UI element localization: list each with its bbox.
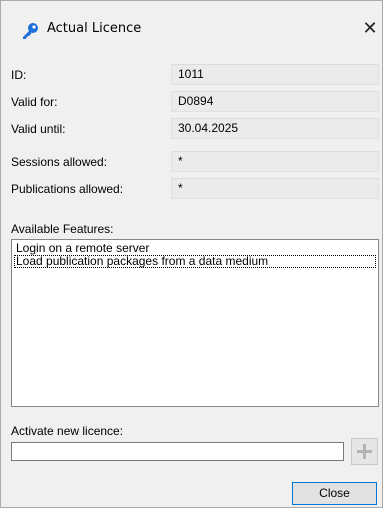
activate-licence-label: Activate new licence: bbox=[11, 424, 124, 438]
title-bar: Actual Licence ✕ bbox=[1, 1, 382, 59]
dialog-title: Actual Licence bbox=[47, 21, 142, 36]
sessions-allowed-label: Sessions allowed: bbox=[11, 155, 108, 169]
plus-icon bbox=[357, 444, 372, 459]
add-licence-button[interactable] bbox=[351, 438, 378, 465]
sessions-allowed-field: * bbox=[171, 151, 379, 172]
valid-for-label: Valid for: bbox=[11, 95, 58, 109]
id-label: ID: bbox=[11, 68, 27, 82]
valid-until-label: Valid until: bbox=[11, 122, 66, 136]
licence-dialog: Actual Licence ✕ ID: 1011 Valid for: D08… bbox=[0, 0, 383, 508]
key-icon bbox=[23, 23, 38, 39]
close-button[interactable]: Close bbox=[292, 482, 377, 505]
valid-for-field: D0894 bbox=[171, 91, 379, 112]
feature-item-load-packages[interactable]: Load publication packages from a data me… bbox=[14, 255, 376, 268]
features-label: Available Features: bbox=[11, 222, 114, 236]
id-field: 1011 bbox=[171, 64, 379, 85]
activate-licence-input[interactable] bbox=[11, 442, 344, 461]
publications-allowed-label: Publications allowed: bbox=[11, 182, 124, 196]
features-list[interactable]: Login on a remote server Load publicatio… bbox=[11, 239, 379, 407]
close-icon[interactable]: ✕ bbox=[360, 19, 380, 39]
publications-allowed-field: * bbox=[171, 178, 379, 199]
valid-until-field: 30.04.2025 bbox=[171, 118, 379, 139]
